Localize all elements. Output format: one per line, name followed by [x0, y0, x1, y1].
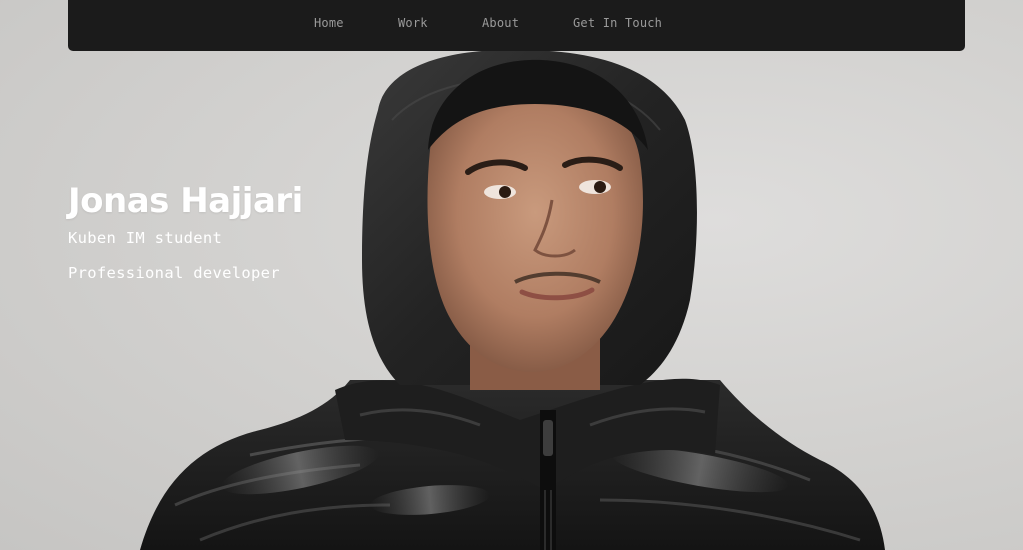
- navbar: Home Work About Get In Touch: [68, 0, 965, 51]
- hero-name: Jonas Hajjari: [68, 181, 303, 221]
- nav-get-in-touch-link[interactable]: Get In Touch: [573, 16, 662, 30]
- nav-work-link[interactable]: Work: [398, 16, 428, 30]
- hero-section: Home Work About Get In Touch Jonas Hajja…: [0, 0, 1023, 550]
- nav-home-link[interactable]: Home: [314, 16, 344, 30]
- hero-intro: Jonas Hajjari Kuben IM student Professio…: [68, 178, 303, 283]
- nav-about-link[interactable]: About: [482, 16, 519, 30]
- hero-line-student: Kuben IM student: [68, 229, 223, 247]
- hero-line-developer: Professional developer: [68, 264, 280, 282]
